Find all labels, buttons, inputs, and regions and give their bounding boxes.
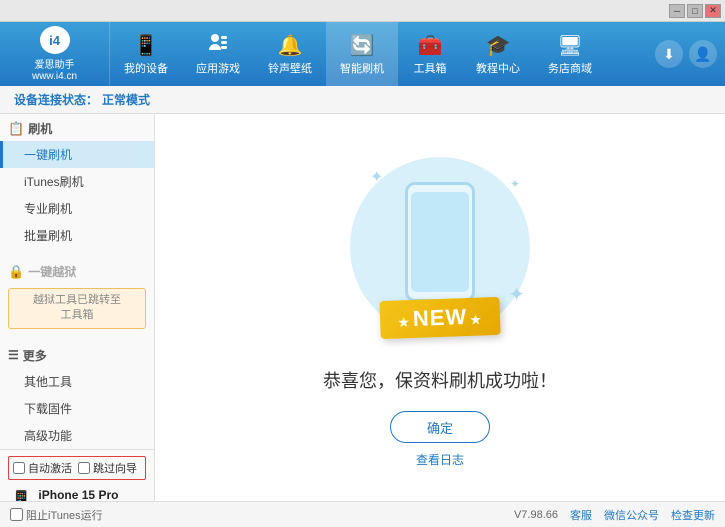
bypass-setup-checkbox-label[interactable]: 跳过向导 (78, 460, 137, 476)
footer-left: 阻止iTunes运行 (10, 507, 103, 523)
batch-flash-label: 批量刷机 (24, 229, 72, 243)
sidebar-item-itunes-flash[interactable]: iTunes刷机 (0, 168, 154, 195)
nav-tutorial-label: 教程中心 (476, 60, 520, 76)
sparkle-icon-2: ✦ (510, 177, 520, 191)
top-navigation: i4 爱思助手 www.i4.cn 📱 我的设备 应用游戏 🔔 铃声壁纸 🔄 智… (0, 22, 725, 86)
sidebar-item-other-tools[interactable]: 其他工具 (0, 368, 154, 395)
statusbar: 设备连接状态： 正常模式 (0, 86, 725, 114)
view-log-label: 查看日志 (416, 453, 464, 467)
sidebar-item-one-click-flash[interactable]: 一键刷机 (0, 141, 154, 168)
success-message: 恭喜您，保资料刷机成功啦！ (323, 367, 557, 393)
device-details: iPhone 15 Pro Max 512GB iPhone (38, 488, 144, 501)
nav-service-label: 务店商域 (548, 60, 592, 76)
more-label: 更多 (23, 347, 47, 364)
nav-right-actions: ⬇ 👤 (655, 22, 725, 86)
more-icon: ☰ (8, 348, 19, 362)
connection-label: 设备连接状态： (14, 91, 98, 108)
device-nav-icon: 📱 (134, 33, 159, 58)
customer-service-link[interactable]: 客服 (570, 507, 592, 523)
bypass-setup-label: 跳过向导 (93, 460, 137, 476)
jailbreak-label: 一键越狱 (28, 263, 76, 280)
nav-smart-flash[interactable]: 🔄 智能刷机 (326, 22, 398, 86)
confirm-button-label: 确定 (427, 418, 453, 437)
auto-activate-row: 自动激活 跳过向导 (8, 456, 146, 480)
view-log-link[interactable]: 查看日志 (416, 451, 464, 468)
user-nav-button[interactable]: 👤 (689, 40, 717, 68)
phone-body (405, 182, 475, 302)
nav-flash-label: 智能刷机 (340, 60, 384, 76)
nav-toolbox-label: 工具箱 (414, 60, 447, 76)
one-click-flash-label: 一键刷机 (24, 148, 72, 162)
phone-screen (411, 192, 469, 292)
sparkle-icon-3: ✦ (508, 282, 525, 307)
new-badge: NEW (379, 297, 500, 339)
sidebar-item-advanced[interactable]: 高级功能 (0, 422, 154, 449)
device-name: iPhone 15 Pro Max (38, 488, 144, 501)
sidebar-more-header: ☰ 更多 (0, 341, 154, 368)
close-button[interactable]: ✕ (705, 4, 721, 18)
nav-apps-label: 应用游戏 (196, 60, 240, 76)
phone-illustration: ✦ ✦ ✦ NEW (340, 147, 540, 347)
toolbox-nav-icon: 🧰 (418, 33, 443, 58)
jailbreak-notice: 越狱工具已跳转至工具箱 (8, 288, 146, 329)
block-itunes-checkbox[interactable] (10, 508, 23, 521)
logo-area: i4 爱思助手 www.i4.cn (0, 22, 110, 86)
footer: 阻止iTunes运行 V7.98.66 客服 微信公众号 检查更新 (0, 501, 725, 527)
sidebar-jailbreak-header: 🔒 一键越狱 (0, 257, 154, 284)
block-itunes-checkbox-label[interactable]: 阻止iTunes运行 (10, 507, 103, 523)
logo-icon: i4 (40, 26, 70, 54)
titlebar: ─ □ ✕ (0, 0, 725, 22)
nav-toolbox[interactable]: 🧰 工具箱 (398, 22, 462, 86)
device-info: 📱 iPhone 15 Pro Max 512GB iPhone (8, 484, 146, 501)
pro-flash-label: 专业刷机 (24, 202, 72, 216)
footer-right: V7.98.66 客服 微信公众号 检查更新 (514, 507, 715, 523)
sidebar-flash-header: 📋 刷机 (0, 114, 154, 141)
nav-my-device[interactable]: 📱 我的设备 (110, 22, 182, 86)
sidebar: 📋 刷机 一键刷机 iTunes刷机 专业刷机 批量刷机 🔒 一键越狱 越狱工具… (0, 114, 155, 501)
logo-initial: i4 (49, 33, 60, 48)
main-layout: 📋 刷机 一键刷机 iTunes刷机 专业刷机 批量刷机 🔒 一键越狱 越狱工具… (0, 114, 725, 501)
check-update-link[interactable]: 检查更新 (671, 507, 715, 523)
nav-tutorial[interactable]: 🎓 教程中心 (462, 22, 534, 86)
sidebar-item-download-firmware[interactable]: 下载固件 (0, 395, 154, 422)
download-nav-button[interactable]: ⬇ (655, 40, 683, 68)
main-content: ✦ ✦ ✦ NEW 恭喜您，保资料刷机成功啦！ 确定 查看日志 (155, 114, 725, 501)
nav-ringtones[interactable]: 🔔 铃声壁纸 (254, 22, 326, 86)
nav-ringtone-label: 铃声壁纸 (268, 60, 312, 76)
sidebar-item-batch-flash[interactable]: 批量刷机 (0, 222, 154, 249)
device-phone-icon: 📱 (10, 490, 32, 501)
jailbreak-icon: 🔒 (8, 264, 24, 280)
maximize-button[interactable]: □ (687, 4, 703, 18)
apps-nav-icon (208, 32, 228, 58)
sidebar-device-section: 自动激活 跳过向导 📱 iPhone 15 Pro Max 512GB iPho… (0, 449, 154, 501)
flash-section-label: 刷机 (28, 120, 52, 137)
flash-nav-icon: 🔄 (350, 33, 375, 58)
download-firmware-label: 下载固件 (24, 402, 72, 416)
minimize-button[interactable]: ─ (669, 4, 685, 18)
nav-apps-games[interactable]: 应用游戏 (182, 22, 254, 86)
nav-my-device-label: 我的设备 (124, 60, 168, 76)
ringtone-nav-icon: 🔔 (278, 33, 303, 58)
sidebar-item-pro-flash[interactable]: 专业刷机 (0, 195, 154, 222)
block-itunes-label: 阻止iTunes运行 (26, 507, 103, 523)
logo-sub: www.i4.cn (32, 71, 77, 82)
auto-activate-label: 自动激活 (28, 460, 72, 476)
version-text: V7.98.66 (514, 509, 558, 521)
auto-activate-checkbox-label[interactable]: 自动激活 (13, 460, 72, 476)
flash-section-icon: 📋 (8, 121, 24, 137)
tutorial-nav-icon: 🎓 (486, 33, 511, 58)
itunes-flash-label: iTunes刷机 (24, 175, 84, 189)
service-nav-icon: 🖥 (557, 33, 582, 58)
bypass-setup-checkbox[interactable] (78, 462, 90, 474)
connection-status: 正常模式 (102, 91, 150, 108)
other-tools-label: 其他工具 (24, 375, 72, 389)
sparkle-icon-1: ✦ (370, 167, 383, 187)
nav-service[interactable]: 🖥 务店商域 (534, 22, 606, 86)
nav-items: 📱 我的设备 应用游戏 🔔 铃声壁纸 🔄 智能刷机 🧰 工具箱 🎓 教程中心 🖥 (110, 22, 655, 86)
wechat-official-link[interactable]: 微信公众号 (604, 507, 659, 523)
advanced-label: 高级功能 (24, 429, 72, 443)
auto-activate-checkbox[interactable] (13, 462, 25, 474)
confirm-button[interactable]: 确定 (390, 411, 490, 443)
logo-text: 爱思助手 (35, 56, 75, 71)
